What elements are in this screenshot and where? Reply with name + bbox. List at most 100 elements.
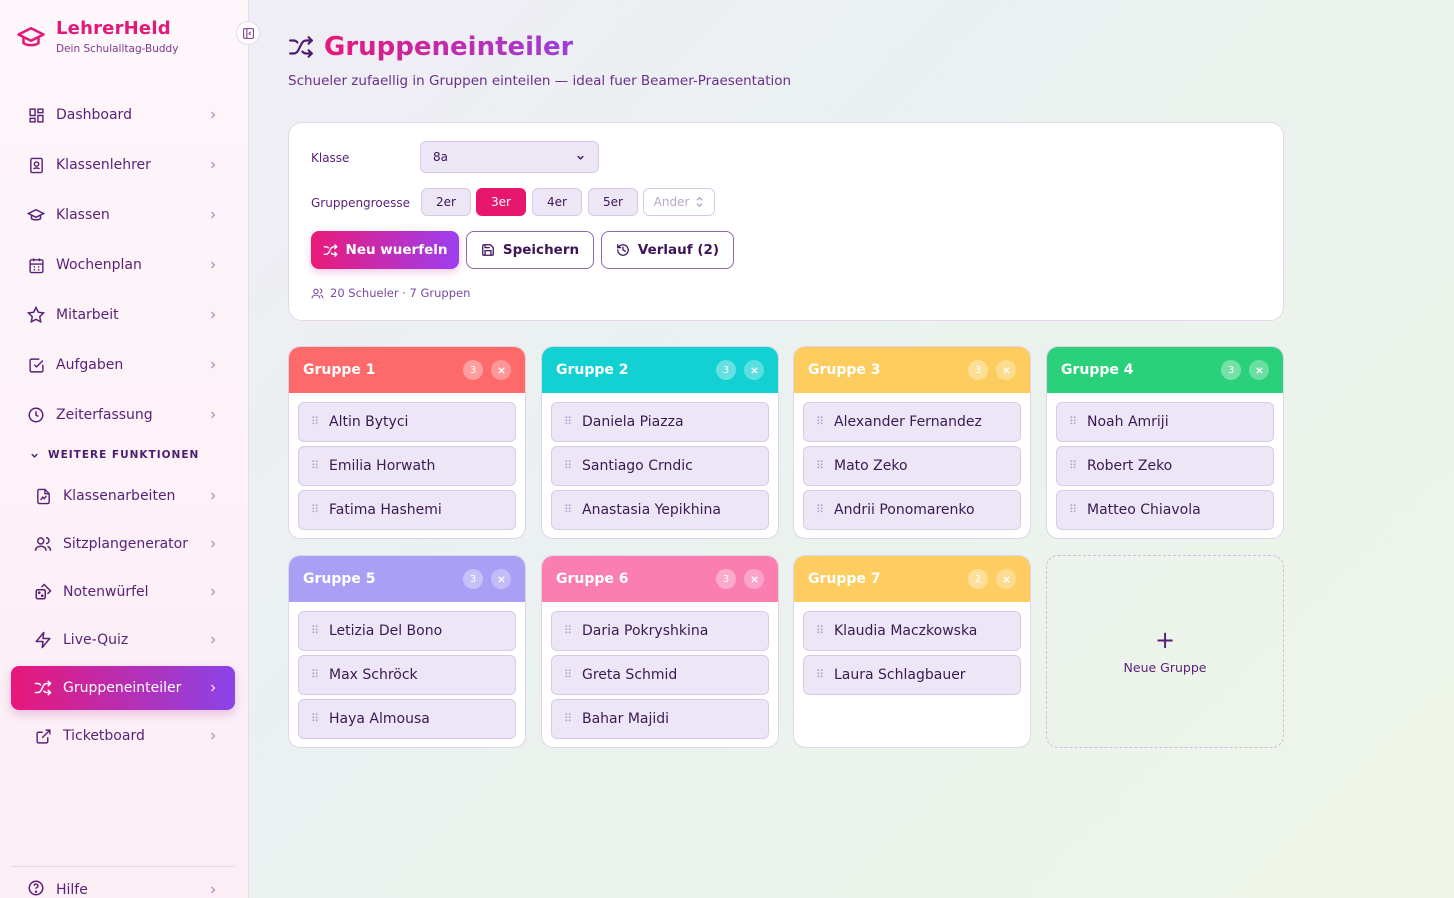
member-item[interactable]: ⠿ Letizia Del Bono <box>298 611 516 651</box>
sidebar-item-klassenarbeiten[interactable]: Klassenarbeiten <box>11 474 235 518</box>
sidebar-item-mitarbeit[interactable]: Mitarbeit <box>11 292 235 338</box>
member-item[interactable]: ⠿ Klaudia Maczkowska <box>803 611 1021 651</box>
size-option-3er[interactable]: 3er <box>476 188 526 216</box>
chevron-down-icon <box>31 453 38 458</box>
remove-group-button[interactable] <box>1249 360 1269 380</box>
sidebar-item-aufgaben[interactable]: Aufgaben <box>11 342 235 388</box>
remove-group-button[interactable] <box>996 360 1016 380</box>
drag-handle-icon[interactable]: ⠿ <box>816 625 824 636</box>
remove-group-button[interactable] <box>491 569 511 589</box>
stats-line: 20 Schueler · 7 Gruppen <box>311 286 470 300</box>
drag-handle-icon[interactable]: ⠿ <box>564 460 572 471</box>
drag-handle-icon[interactable]: ⠿ <box>816 460 824 471</box>
member-item[interactable]: ⠿ Noah Amriji <box>1056 402 1274 442</box>
reroll-label: Neu wuerfeln <box>345 242 448 258</box>
drag-handle-icon[interactable]: ⠿ <box>1069 416 1077 427</box>
sidebar-item-klassen[interactable]: Klassen <box>11 192 235 238</box>
remove-group-button[interactable] <box>996 569 1016 589</box>
size-option-other[interactable]: Ander <box>643 188 715 216</box>
member-name: Mato Zeko <box>834 458 908 474</box>
sidebar-item-gruppeneinteiler[interactable]: Gruppeneinteiler <box>11 666 235 710</box>
group-count-badge: 3 <box>716 569 736 589</box>
graduation-cap-icon <box>27 206 45 224</box>
help-label: Hilfe <box>56 881 88 898</box>
sidebar-item-zeiterfassung[interactable]: Zeiterfassung <box>11 392 235 438</box>
drag-handle-icon[interactable]: ⠿ <box>564 625 572 636</box>
sidebar-item-label: Klassenlehrer <box>56 157 151 173</box>
sidebar-item-klassenlehrer[interactable]: Klassenlehrer <box>11 142 235 188</box>
sidebar-item-wochenplan[interactable]: Wochenplan <box>11 242 235 288</box>
member-item[interactable]: ⠿ Mato Zeko <box>803 446 1021 486</box>
member-item[interactable]: ⠿ Laura Schlagbauer <box>803 655 1021 695</box>
member-name: Klaudia Maczkowska <box>834 623 978 639</box>
sidebar-item-sitzplangenerator[interactable]: Sitzplangenerator <box>11 522 235 566</box>
section-toggle-weitere-funktionen[interactable]: WEITERE FUNKTIONEN <box>11 442 235 468</box>
drag-handle-icon[interactable]: ⠿ <box>311 669 319 680</box>
stats-text: 20 Schueler · 7 Gruppen <box>330 286 471 300</box>
group-header: Gruppe 1 3 <box>289 347 525 393</box>
sidebar-item-label: Notenwürfel <box>63 584 149 600</box>
sidebar-item-label: Aufgaben <box>56 357 124 373</box>
member-item[interactable]: ⠿ Robert Zeko <box>1056 446 1274 486</box>
member-item[interactable]: ⠿ Haya Almousa <box>298 699 516 739</box>
member-item[interactable]: ⠿ Bahar Majidi <box>551 699 769 739</box>
sidebar-item-ticketboard[interactable]: Ticketboard <box>11 714 235 758</box>
sidebar-item-label: Zeiterfassung <box>56 407 153 423</box>
drag-handle-icon[interactable]: ⠿ <box>1069 504 1077 515</box>
reroll-button[interactable]: Neu wuerfeln <box>311 231 459 269</box>
clock-icon <box>27 406 45 424</box>
member-item[interactable]: ⠿ Daniela Piazza <box>551 402 769 442</box>
drag-handle-icon[interactable]: ⠿ <box>564 669 572 680</box>
member-item[interactable]: ⠿ Andrii Ponomarenko <box>803 490 1021 530</box>
history-button[interactable]: Verlauf (2) <box>601 231 734 269</box>
member-item[interactable]: ⠿ Altin Bytyci <box>298 402 516 442</box>
sidebar-item-dashboard[interactable]: Dashboard <box>11 92 235 138</box>
drag-handle-icon[interactable]: ⠿ <box>311 504 319 515</box>
drag-handle-icon[interactable]: ⠿ <box>816 504 824 515</box>
drag-handle-icon[interactable]: ⠿ <box>816 416 824 427</box>
sidebar-collapse-button[interactable] <box>236 21 260 45</box>
member-item[interactable]: ⠿ Greta Schmid <box>551 655 769 695</box>
member-item[interactable]: ⠿ Fatima Hashemi <box>298 490 516 530</box>
drag-handle-icon[interactable]: ⠿ <box>564 504 572 515</box>
class-select[interactable]: 8a <box>420 141 599 173</box>
drag-handle-icon[interactable]: ⠿ <box>311 416 319 427</box>
size-option-5er[interactable]: 5er <box>588 188 638 216</box>
member-name: Emilia Horwath <box>329 458 436 474</box>
remove-group-button[interactable] <box>744 569 764 589</box>
chevron-right-icon <box>211 540 216 548</box>
drag-handle-icon[interactable]: ⠿ <box>564 416 572 427</box>
sidebar-item-hilfe[interactable]: Hilfe <box>11 866 235 898</box>
remove-group-button[interactable] <box>744 360 764 380</box>
group-count-badge: 3 <box>463 360 483 380</box>
group-count-badge: 3 <box>968 360 988 380</box>
member-name: Daria Pokryshkina <box>582 623 709 639</box>
remove-group-button[interactable] <box>491 360 511 380</box>
drag-handle-icon[interactable]: ⠿ <box>311 625 319 636</box>
member-item[interactable]: ⠿ Emilia Horwath <box>298 446 516 486</box>
drag-handle-icon[interactable]: ⠿ <box>816 669 824 680</box>
external-link-icon <box>34 727 52 745</box>
member-item[interactable]: ⠿ Daria Pokryshkina <box>551 611 769 651</box>
member-item[interactable]: ⠿ Max Schröck <box>298 655 516 695</box>
brand[interactable]: LehrerHeld Dein Schulalltag-Buddy <box>16 18 178 55</box>
group-card: Gruppe 3 3 ⠿ Alexander Fernandez ⠿ Mato Ze… <box>793 346 1031 539</box>
group-count-badge: 2 <box>968 569 988 589</box>
member-item[interactable]: ⠿ Matteo Chiavola <box>1056 490 1274 530</box>
save-button[interactable]: Speichern <box>466 231 594 269</box>
new-group-button[interactable]: + Neue Gruppe <box>1046 555 1284 748</box>
member-item[interactable]: ⠿ Santiago Crndic <box>551 446 769 486</box>
drag-handle-icon[interactable]: ⠿ <box>311 713 319 724</box>
size-option-4er[interactable]: 4er <box>532 188 582 216</box>
drag-handle-icon[interactable]: ⠿ <box>311 460 319 471</box>
sidebar-item-notenwuerfel[interactable]: Notenwürfel <box>11 570 235 614</box>
close-icon <box>750 575 758 583</box>
drag-handle-icon[interactable]: ⠿ <box>564 713 572 724</box>
member-item[interactable]: ⠿ Alexander Fernandez <box>803 402 1021 442</box>
sidebar-item-live-quiz[interactable]: Live-Quiz <box>11 618 235 662</box>
member-item[interactable]: ⠿ Anastasia Yepikhina <box>551 490 769 530</box>
save-icon <box>481 244 494 256</box>
size-option-2er[interactable]: 2er <box>421 188 471 216</box>
group-name: Gruppe 1 <box>303 362 376 378</box>
drag-handle-icon[interactable]: ⠿ <box>1069 460 1077 471</box>
